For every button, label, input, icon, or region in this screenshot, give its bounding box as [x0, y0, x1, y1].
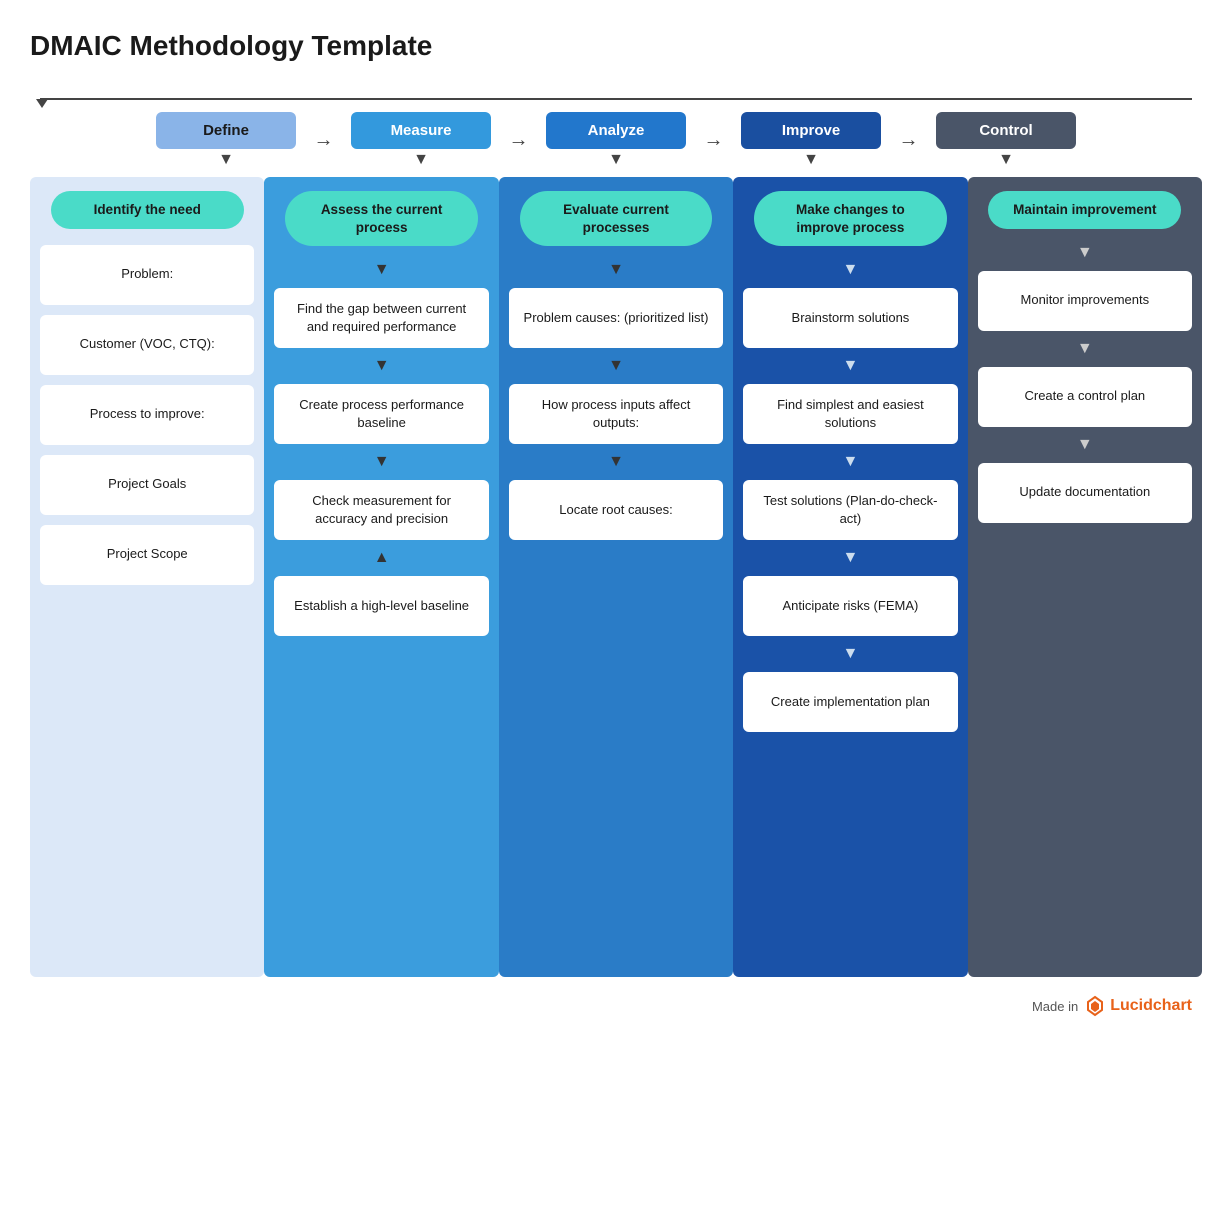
lucidchart-name: Lucidchart	[1110, 997, 1192, 1015]
phase-box-define: Define	[156, 112, 296, 149]
improve-arrow-4: ▼	[843, 646, 859, 662]
improve-card-2: Test solutions (Plan-do-check-act)	[743, 480, 957, 540]
phase-down-arrow-analyze: ▼	[608, 151, 624, 169]
phase-define: Define ▼	[134, 112, 319, 169]
define-card-2: Process to improve:	[40, 385, 254, 445]
measure-header: Assess the current process	[285, 191, 478, 246]
top-arrow-bar	[40, 92, 1192, 108]
analyze-header: Evaluate current processes	[520, 191, 713, 246]
column-analyze: Evaluate current processes ▼ Problem cau…	[499, 177, 733, 977]
phase-down-arrow-measure: ▼	[413, 151, 429, 169]
phase-measure: Measure ▼	[329, 112, 514, 169]
analyze-card-2: Locate root causes:	[509, 480, 723, 540]
define-card-4: Project Scope	[40, 525, 254, 585]
control-card-1: Create a control plan	[978, 367, 1192, 427]
measure-arrow-2: ▼	[374, 454, 390, 470]
analyze-card-1: How process inputs affect outputs:	[509, 384, 723, 444]
define-card-3: Project Goals	[40, 455, 254, 515]
column-improve: Make changes to improve process ▼ Brains…	[733, 177, 967, 977]
define-header: Identify the need	[51, 191, 244, 229]
column-define: Identify the need Problem: Customer (VOC…	[30, 177, 264, 977]
phase-improve: Improve ▼	[719, 112, 904, 169]
page-title: DMAIC Methodology Template	[30, 30, 1202, 62]
improve-header: Make changes to improve process	[754, 191, 947, 246]
measure-arrow-0: ▼	[374, 262, 390, 278]
phase-down-arrow-define: ▼	[218, 151, 234, 169]
phase-box-improve: Improve	[741, 112, 881, 149]
control-arrow-2: ▼	[1077, 437, 1093, 453]
define-card-1: Customer (VOC, CTQ):	[40, 315, 254, 375]
control-card-0: Monitor improvements	[978, 271, 1192, 331]
improve-arrow-2: ▼	[843, 454, 859, 470]
control-arrow-1: ▼	[1077, 341, 1093, 357]
improve-arrow-0: ▼	[843, 262, 859, 278]
improve-card-1: Find simplest and easiest solutions	[743, 384, 957, 444]
analyze-arrow-2: ▼	[608, 454, 624, 470]
measure-card-1: Create process performance baseline	[274, 384, 488, 444]
control-arrow-0: ▼	[1077, 245, 1093, 261]
phase-analyze: Analyze ▼	[524, 112, 709, 169]
measure-card-0: Find the gap between current and require…	[274, 288, 488, 348]
lucidchart-icon	[1084, 995, 1106, 1017]
measure-up-arrow: ▲	[374, 550, 390, 566]
phases-row: Define ▼ → Measure ▼ → Analyze ▼ → Impro…	[30, 112, 1202, 169]
column-control: Maintain improvement ▼ Monitor improveme…	[968, 177, 1202, 977]
phase-box-control: Control	[936, 112, 1076, 149]
phase-box-analyze: Analyze	[546, 112, 686, 149]
phase-down-arrow-control: ▼	[998, 151, 1014, 169]
down-arrow-left	[36, 99, 48, 108]
measure-arrow-1: ▼	[374, 358, 390, 374]
footer: Made in Lucidchart	[30, 995, 1202, 1017]
analyze-card-0: Problem causes: (prioritized list)	[509, 288, 723, 348]
phase-down-arrow-improve: ▼	[803, 151, 819, 169]
control-header: Maintain improvement	[988, 191, 1181, 229]
measure-card-3: Establish a high-level baseline	[274, 576, 488, 636]
main-content: Identify the need Problem: Customer (VOC…	[30, 177, 1202, 977]
control-card-2: Update documentation	[978, 463, 1192, 523]
define-card-0: Problem:	[40, 245, 254, 305]
phase-control: Control ▼	[914, 112, 1099, 169]
measure-card-2: Check measurement for accuracy and preci…	[274, 480, 488, 540]
column-measure: Assess the current process ▼ Find the ga…	[264, 177, 498, 977]
analyze-arrow-0: ▼	[608, 262, 624, 278]
made-in-label: Made in	[1032, 999, 1078, 1014]
improve-card-4: Create implementation plan	[743, 672, 957, 732]
lucidchart-logo: Lucidchart	[1084, 995, 1192, 1017]
improve-arrow-1: ▼	[843, 358, 859, 374]
phase-box-measure: Measure	[351, 112, 491, 149]
improve-card-3: Anticipate risks (FEMA)	[743, 576, 957, 636]
improve-arrow-3: ▼	[843, 550, 859, 566]
improve-card-0: Brainstorm solutions	[743, 288, 957, 348]
analyze-arrow-1: ▼	[608, 358, 624, 374]
